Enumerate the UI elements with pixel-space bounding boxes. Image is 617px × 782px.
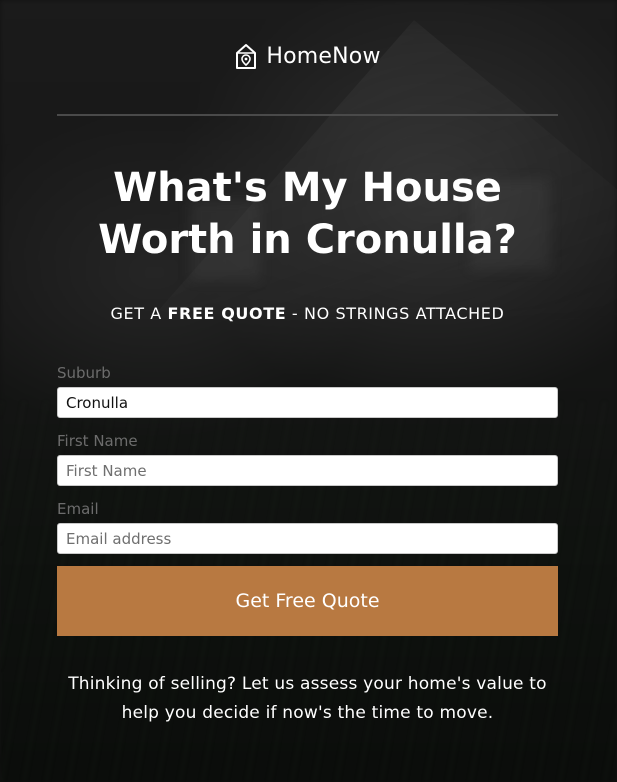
suburb-input[interactable]: [57, 387, 558, 418]
subtitle-suffix: - NO STRINGS ATTACHED: [286, 304, 505, 323]
email-input[interactable]: [57, 523, 558, 554]
subtitle-prefix: GET A: [110, 304, 168, 323]
page-subtitle: GET A FREE QUOTE - NO STRINGS ATTACHED: [57, 304, 558, 323]
header-divider: [57, 114, 558, 116]
first-name-input[interactable]: [57, 455, 558, 486]
page-title-line-2: Worth in Cronulla?: [98, 217, 517, 263]
house-pin-icon: [234, 42, 258, 70]
first-name-label: First Name: [57, 432, 138, 450]
brand-name: HomeNow: [266, 43, 381, 69]
footer-description: Thinking of selling? Let us assess your …: [68, 674, 547, 723]
page-title: What's My House Worth in Cronulla?: [57, 162, 558, 266]
subtitle-emphasis: FREE QUOTE: [167, 304, 287, 323]
page-title-line-1: What's My House: [113, 165, 502, 211]
landing-page: HomeNow What's My House Worth in Cronull…: [0, 0, 617, 782]
email-label: Email: [57, 500, 99, 518]
suburb-label: Suburb: [57, 364, 111, 382]
brand-logo[interactable]: HomeNow: [57, 42, 558, 70]
get-free-quote-button[interactable]: Get Free Quote: [57, 566, 558, 636]
